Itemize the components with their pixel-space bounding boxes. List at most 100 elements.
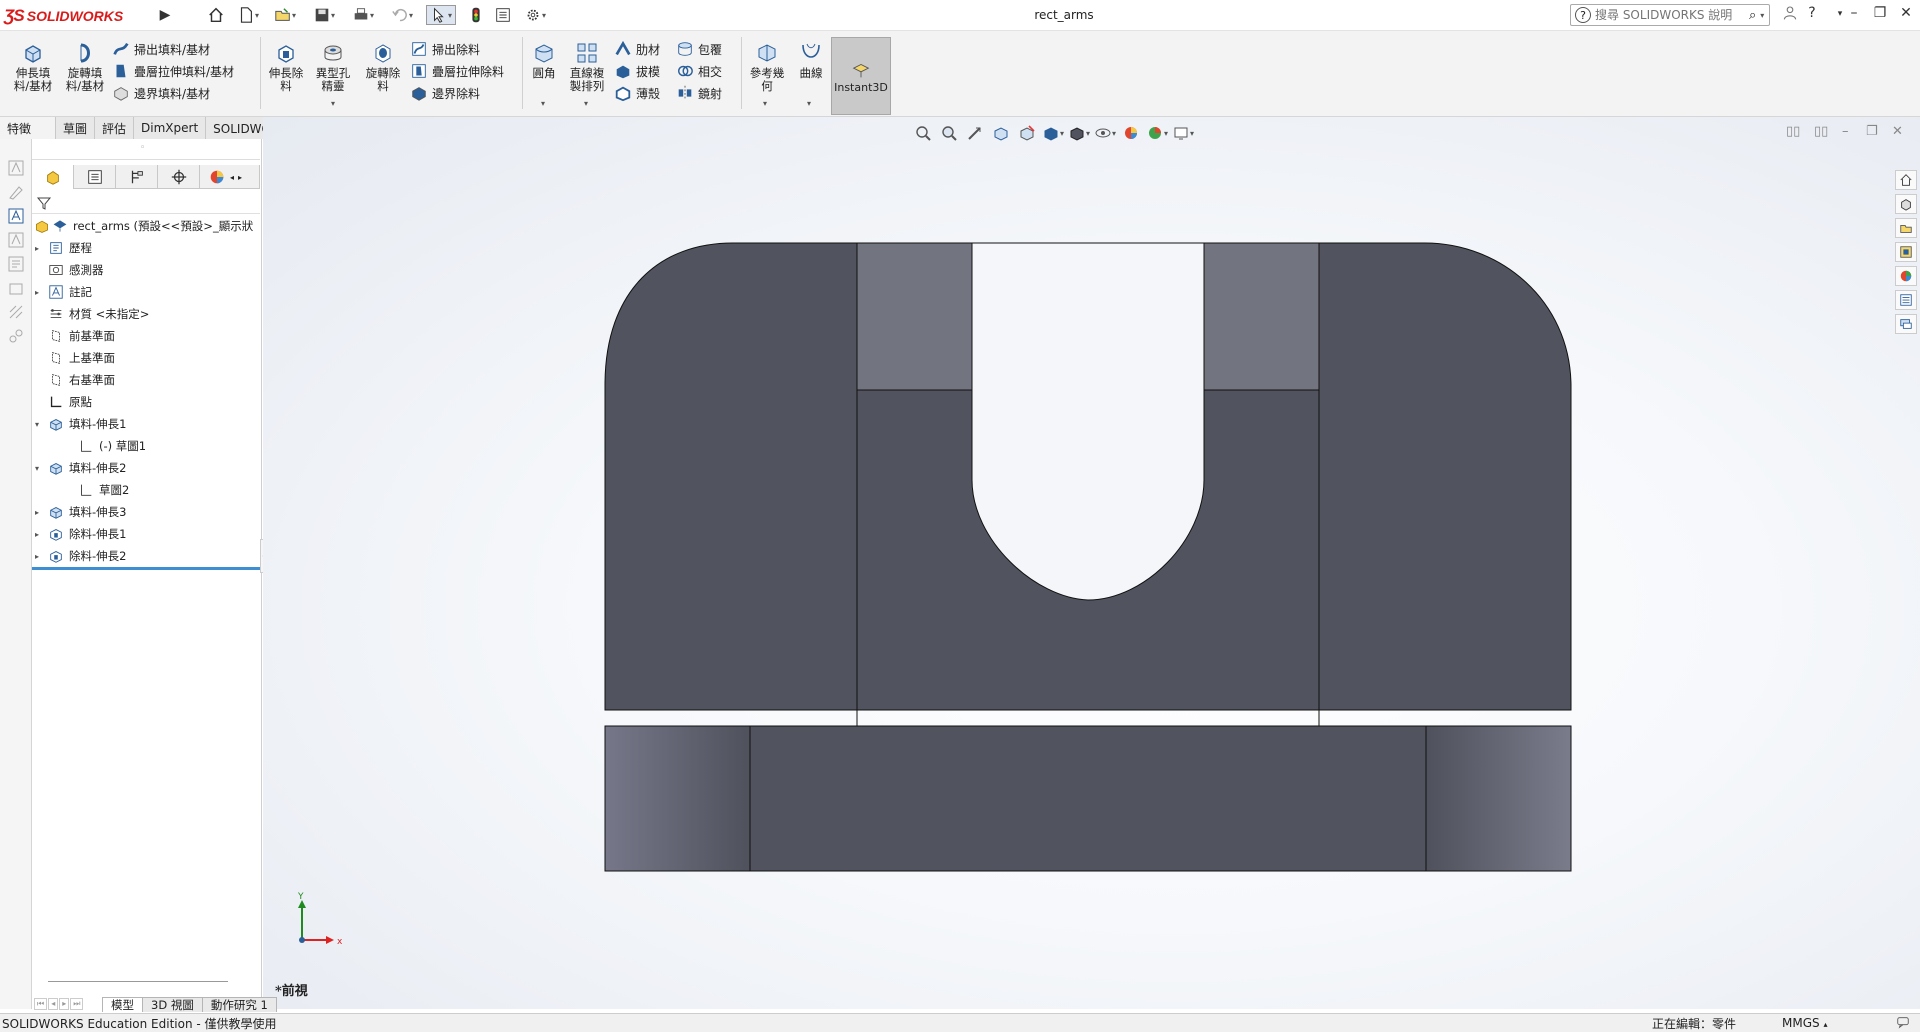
hole-wizard-button[interactable]: 異型孔 精靈 — [308, 41, 358, 93]
boundary-boss-button[interactable]: 邊界填料/基材 — [112, 83, 210, 103]
tree-item[interactable]: ▸ 歷程 — [32, 237, 260, 259]
sketch-text-icon[interactable] — [7, 159, 25, 177]
tree-item[interactable]: (-) 草圖1 — [32, 435, 260, 457]
tree-item[interactable]: 材質 <未指定> — [32, 303, 260, 325]
lofted-boss-button[interactable]: 疊層拉伸填料/基材 — [112, 61, 234, 81]
file-explorer-icon[interactable] — [1895, 218, 1917, 238]
close-window-icon[interactable]: ✕ — [1894, 5, 1918, 25]
dimension-icon[interactable] — [7, 231, 25, 249]
zoom-to-fit-icon[interactable] — [912, 123, 934, 143]
expand-toggle-icon[interactable]: ▾ — [32, 420, 42, 429]
fillet-button[interactable]: 圓角 — [524, 41, 564, 80]
swept-cut-button[interactable]: 掃出除料 — [410, 39, 480, 59]
restore-window-icon[interactable]: ❐ — [1868, 5, 1892, 25]
zoom-to-area-icon[interactable] — [938, 123, 960, 143]
solidworks-forum-icon[interactable] — [1895, 314, 1917, 334]
annotation-text-icon[interactable] — [7, 207, 25, 225]
left-arm-top-face[interactable] — [856, 242, 973, 391]
viewport-tile-icon[interactable]: ▯▯ — [1786, 124, 1800, 139]
tree-item[interactable]: ▸ 除料-伸長2 — [32, 545, 260, 567]
mirror-button[interactable]: 鏡射 — [676, 83, 722, 103]
apply-scene-icon[interactable]: ▾ — [1146, 123, 1168, 143]
tree-item[interactable]: ▾ 填料-伸長2 — [32, 457, 260, 479]
lofted-cut-button[interactable]: 疊層拉伸除料 — [410, 61, 504, 81]
previous-view-icon[interactable] — [964, 123, 986, 143]
tree-item[interactable]: ▸ 註記 — [32, 281, 260, 303]
select-arrow-icon[interactable]: ▾ — [426, 5, 456, 25]
instant3d-toggle[interactable]: Instant3D — [831, 37, 891, 115]
rebuild-traffic-light-icon[interactable] — [466, 5, 486, 25]
right-arm-top-face[interactable] — [1203, 242, 1320, 391]
solidworks-resources-home-icon[interactable] — [1895, 170, 1917, 190]
viewport-minimize-icon[interactable]: – — [1842, 124, 1849, 139]
hole-wizard-dropdown-icon[interactable]: ▾ — [331, 99, 335, 108]
tab-scroll-left-icon[interactable]: ◂ — [230, 173, 234, 182]
revolve-cut-button[interactable]: 旋轉除 料 — [358, 41, 408, 93]
tree-root-part[interactable]: rect_arms (預設<<預設>_顯示狀 — [32, 215, 260, 237]
tree-item[interactable]: 上基準面 — [32, 347, 260, 369]
draft-button[interactable]: 拔模 — [614, 61, 660, 81]
view-orientation-icon[interactable]: ▾ — [1042, 123, 1064, 143]
tree-item[interactable]: ▸ 除料-伸長1 — [32, 523, 260, 545]
intersect-button[interactable]: 相交 — [676, 61, 722, 81]
tree-item[interactable]: ▸ 填料-伸長3 — [32, 501, 260, 523]
expand-toggle-icon[interactable]: ▸ — [32, 530, 42, 539]
tree-item[interactable]: 感測器 — [32, 259, 260, 281]
tab-3[interactable]: DimXpert — [134, 117, 207, 139]
reference-geometry-button[interactable]: 參考幾 何 — [744, 41, 790, 93]
view-settings-icon[interactable]: ▾ — [1172, 123, 1194, 143]
tab-scroll-right-icon[interactable]: ▸ — [238, 173, 242, 182]
expand-toggle-icon[interactable]: ▸ — [32, 552, 42, 561]
base-right-rounded-face[interactable] — [1425, 725, 1572, 872]
search-icon[interactable]: ⌕ — [1749, 8, 1756, 23]
configuration-manager-tab[interactable] — [116, 165, 158, 189]
property-manager-tab[interactable] — [74, 165, 116, 189]
edit-sketch-icon[interactable] — [7, 183, 25, 201]
wrap-button[interactable]: 包覆 — [676, 39, 722, 59]
panel-collapse-dot-icon[interactable]: ◦ — [140, 143, 145, 153]
part-model-view[interactable]: x Y — [263, 117, 1920, 1009]
tree-item[interactable]: 草圖2 — [32, 479, 260, 501]
edit-appearance-icon[interactable] — [1120, 123, 1142, 143]
shell-button[interactable]: 薄殼 — [614, 83, 660, 103]
extrude-boss-button[interactable]: 伸長填 料/基材 — [8, 41, 58, 93]
hatch-icon[interactable] — [7, 303, 25, 321]
help-menu-icon[interactable]: ? — [1800, 5, 1824, 25]
expand-toggle-icon[interactable]: ▸ — [32, 244, 42, 253]
appearances-scenes-icon[interactable] — [1895, 266, 1917, 286]
hide-show-items-icon[interactable]: ▾ — [1094, 123, 1116, 143]
base-left-rounded-face[interactable] — [604, 725, 751, 872]
boundary-cut-button[interactable]: 邊界除料 — [410, 83, 480, 103]
u-slot-cutout[interactable] — [971, 242, 1205, 601]
tab-1[interactable]: 草圖 — [56, 117, 96, 139]
status-chat-icon[interactable] — [1896, 1015, 1910, 1032]
home-icon[interactable] — [205, 5, 227, 25]
last-tab-icon[interactable]: ⏭ — [70, 998, 84, 1010]
tree-item[interactable]: ▾ 填料-伸長1 — [32, 413, 260, 435]
expand-toggle-icon[interactable]: ▸ — [32, 288, 42, 297]
horizontal-scrollbar[interactable] — [48, 981, 228, 982]
rib-button[interactable]: 肋材 — [614, 39, 660, 59]
tree-item[interactable]: 右基準面 — [32, 369, 260, 391]
revolve-boss-button[interactable]: 旋轉填 料/基材 — [60, 41, 110, 93]
view-palette-icon[interactable] — [1895, 242, 1917, 262]
options-gear-icon[interactable]: ▾ — [518, 5, 552, 25]
curves-button[interactable]: 曲線 — [792, 41, 830, 80]
bottom-tab-0[interactable]: 模型 — [102, 997, 143, 1012]
tab-2[interactable]: 評估 — [95, 117, 135, 139]
tree-item[interactable]: 前基準面 — [32, 325, 260, 347]
linear-pattern-dropdown-icon[interactable]: ▾ — [584, 99, 588, 108]
section-view-icon[interactable] — [990, 123, 1012, 143]
rollback-bar[interactable] — [32, 567, 260, 570]
bottom-tab-1[interactable]: 3D 視圖 — [142, 997, 203, 1012]
dimxpert-manager-tab[interactable] — [158, 165, 200, 189]
user-account-icon[interactable] — [1778, 5, 1802, 25]
viewport-split-icon[interactable]: ▯▯ — [1814, 124, 1828, 139]
file-properties-icon[interactable] — [492, 5, 514, 25]
viewport-close-icon[interactable]: ✕ — [1892, 124, 1903, 139]
help-search-box[interactable]: ? ⌕ ▾ — [1570, 4, 1770, 26]
tree-item[interactable]: 原點 — [32, 391, 260, 413]
extrude-cut-button[interactable]: 伸長除 料 — [262, 41, 310, 93]
first-tab-icon[interactable]: ⏮ — [34, 998, 48, 1010]
bottom-tab-2[interactable]: 動作研究 1 — [201, 997, 277, 1012]
